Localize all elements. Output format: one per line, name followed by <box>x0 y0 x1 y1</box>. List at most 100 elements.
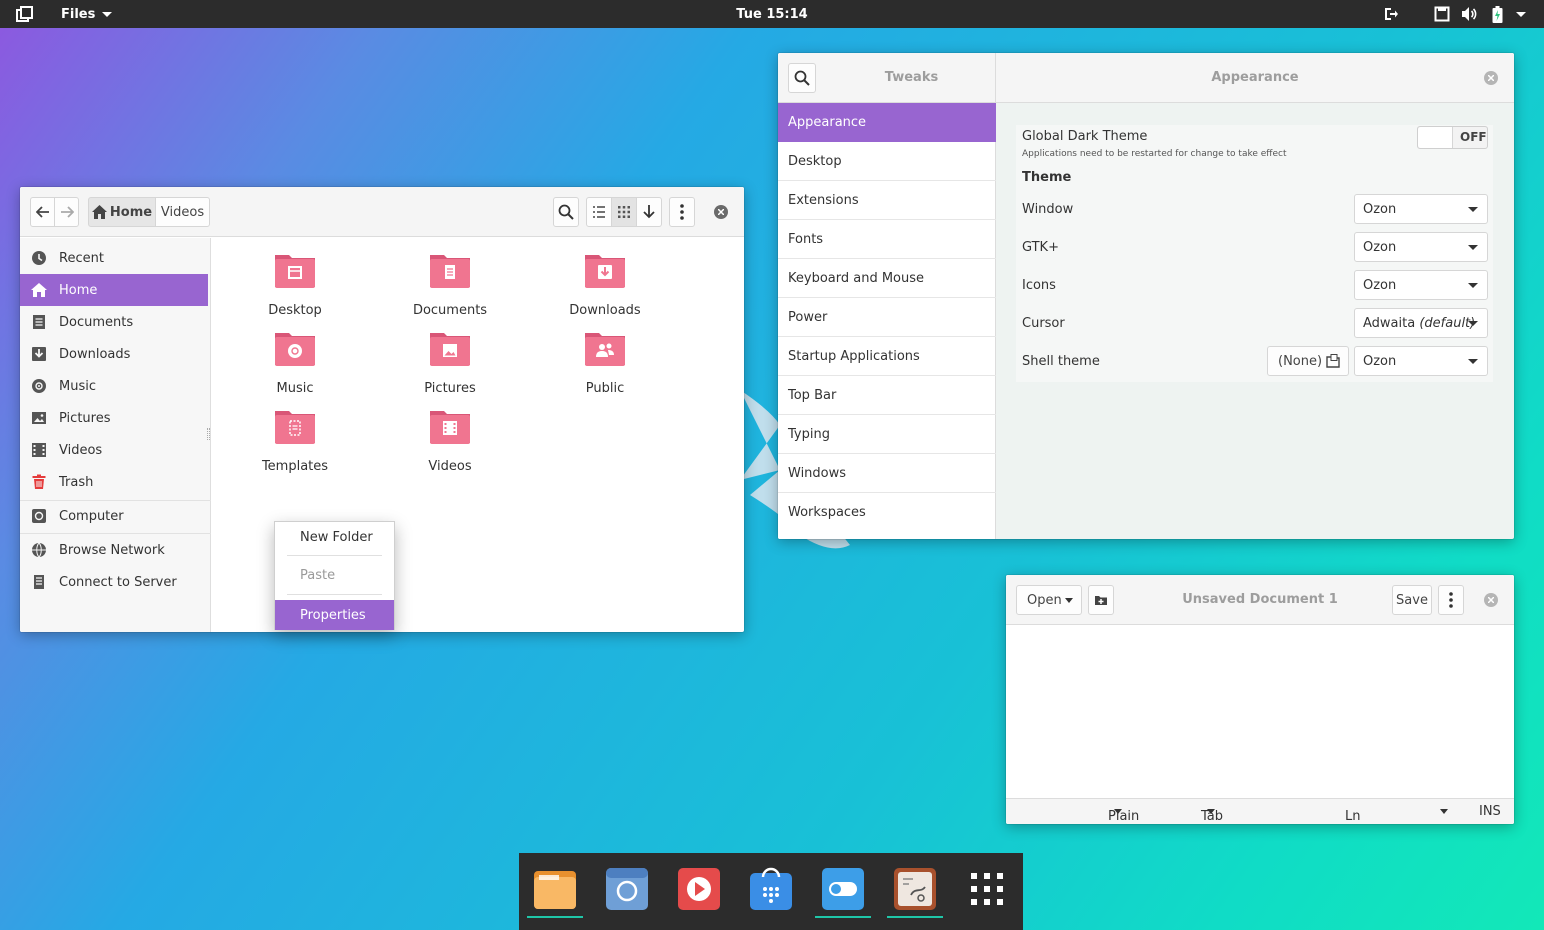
tweaks-item-appearance[interactable]: Appearance <box>778 103 996 142</box>
activities-icon[interactable] <box>16 0 34 28</box>
folder-desktop[interactable]: Desktop <box>235 251 355 321</box>
sidebar-item-recent[interactable]: Recent <box>20 242 208 274</box>
volume-icon[interactable] <box>1461 0 1479 28</box>
gtk-theme-combo[interactable]: Ozon <box>1354 232 1488 262</box>
sidebar-item-connect-to-server[interactable]: Connect to Server <box>20 566 208 598</box>
grid-view-icon <box>618 206 630 218</box>
folder-videos[interactable]: Videos <box>390 407 510 477</box>
tweaks-item-fonts[interactable]: Fonts <box>778 220 996 259</box>
list-view-button[interactable] <box>586 197 612 227</box>
path-videos-button[interactable]: Videos <box>155 197 210 227</box>
folder-label: Downloads <box>569 303 641 318</box>
folder-templates[interactable]: Templates <box>235 407 355 477</box>
tweaks-item-typing[interactable]: Typing <box>778 415 996 454</box>
app-menu[interactable]: Files <box>61 0 113 28</box>
chevron-down-icon[interactable] <box>1440 809 1448 814</box>
settings-toggle-app-icon[interactable] <box>821 867 865 911</box>
tweaks-item-label: Top Bar <box>788 387 837 403</box>
grid-view-button[interactable] <box>611 197 637 227</box>
sort-button[interactable] <box>636 197 662 227</box>
shell-theme-combo[interactable]: Ozon <box>1354 346 1488 376</box>
tweaks-app-icon[interactable] <box>893 867 937 911</box>
browser-app-icon[interactable] <box>605 867 649 911</box>
tweaks-item-workspaces[interactable]: Workspaces <box>778 493 996 532</box>
sidebar-item-videos[interactable]: Videos <box>20 434 208 466</box>
system-menu-arrow-icon[interactable] <box>1516 0 1526 28</box>
running-indicator <box>815 916 871 918</box>
tweaks-item-keyboard-and-mouse[interactable]: Keyboard and Mouse <box>778 259 996 298</box>
chevron-down-icon <box>102 11 113 17</box>
folder-downloads[interactable]: Downloads <box>545 251 665 321</box>
window-theme-combo[interactable]: Ozon <box>1354 194 1488 224</box>
dark-theme-switch[interactable]: OFF <box>1417 126 1488 149</box>
sidebar-item-music[interactable]: Music <box>20 370 208 402</box>
files-app-icon[interactable] <box>533 867 577 911</box>
folder-music[interactable]: Music <box>235 329 355 399</box>
app-grid-icon[interactable] <box>965 867 1009 911</box>
folder-music-icon <box>275 333 315 366</box>
app-menu-label: Files <box>61 6 96 22</box>
search-button[interactable] <box>788 63 816 93</box>
sidebar-resize-handle[interactable] <box>207 428 210 440</box>
menu-separator <box>287 594 382 595</box>
menu-button[interactable] <box>669 197 695 227</box>
close-button[interactable] <box>714 205 728 219</box>
tweaks-item-power[interactable]: Power <box>778 298 996 337</box>
tweaks-title: Tweaks <box>884 70 939 85</box>
save-button[interactable]: Save <box>1392 585 1432 615</box>
folder-public[interactable]: Public <box>545 329 665 399</box>
shell-theme-file-button[interactable]: (None) <box>1267 346 1349 376</box>
tweaks-item-startup-applications[interactable]: Startup Applications <box>778 337 996 376</box>
chevron-down-icon <box>1468 207 1478 212</box>
folder-pictures[interactable]: Pictures <box>390 329 510 399</box>
folder-documents[interactable]: Documents <box>390 251 510 321</box>
tweaks-item-top-bar[interactable]: Top Bar <box>778 376 996 415</box>
folder-label: Videos <box>428 459 472 474</box>
music-player-app-icon[interactable] <box>677 867 721 911</box>
sidebar-item-computer[interactable]: Computer <box>20 500 208 532</box>
close-button[interactable] <box>1484 71 1498 85</box>
folder-public-icon <box>585 333 625 366</box>
menu-item-label: New Folder <box>300 529 373 545</box>
forward-button[interactable] <box>54 197 79 227</box>
back-button[interactable] <box>30 197 55 227</box>
battery-icon[interactable] <box>1492 0 1503 28</box>
close-button[interactable] <box>1484 593 1498 607</box>
sidebar-item-browse-network[interactable]: Browse Network <box>20 534 208 566</box>
sidebar-item-pictures[interactable]: Pictures <box>20 402 208 434</box>
software-center-app-icon[interactable] <box>749 867 793 911</box>
tweaks-item-label: Typing <box>788 426 830 442</box>
tweaks-item-desktop[interactable]: Desktop <box>778 142 996 181</box>
files-headerbar: Home Videos <box>20 187 744 237</box>
sidebar-item-trash[interactable]: Trash <box>20 466 208 498</box>
folder-downloads-icon <box>585 255 625 288</box>
home-icon <box>91 205 107 219</box>
tweaks-item-extensions[interactable]: Extensions <box>778 181 996 220</box>
menu-item-paste[interactable]: Paste <box>275 560 394 590</box>
search-button[interactable] <box>553 197 579 227</box>
icons-theme-combo[interactable]: Ozon <box>1354 270 1488 300</box>
menu-item-new-folder[interactable]: New Folder <box>275 522 394 552</box>
clock[interactable]: Tue 15:14 <box>736 7 807 22</box>
cursor-theme-combo[interactable]: Adwaita (default) <box>1354 308 1488 338</box>
combo-value: Ozon <box>1363 277 1397 293</box>
shell-theme-label: Shell theme <box>1022 354 1100 369</box>
insert-mode[interactable]: INS <box>1479 804 1501 819</box>
menu-item-properties[interactable]: Properties <box>275 600 394 630</box>
sidebar-item-documents[interactable]: Documents <box>20 306 208 338</box>
screenshot-icon[interactable] <box>1434 0 1450 28</box>
path-home-button[interactable]: Home <box>88 197 156 227</box>
folder-documents-icon <box>430 255 470 288</box>
sidebar-item-downloads[interactable]: Downloads <box>20 338 208 370</box>
sidebar-item-label: Computer <box>59 508 124 524</box>
sidebar-item-label: Trash <box>59 474 94 490</box>
tweaks-item-label: Appearance <box>788 115 867 130</box>
combo-value: Adwaita <box>1363 315 1416 331</box>
text-area[interactable] <box>1006 626 1514 798</box>
menu-button[interactable] <box>1438 585 1464 615</box>
sidebar-item-home[interactable]: Home <box>20 274 208 306</box>
logout-icon[interactable] <box>1382 0 1398 28</box>
picture-icon <box>32 412 46 424</box>
tweaks-item-windows[interactable]: Windows <box>778 454 996 493</box>
chevron-down-icon <box>1114 809 1122 814</box>
